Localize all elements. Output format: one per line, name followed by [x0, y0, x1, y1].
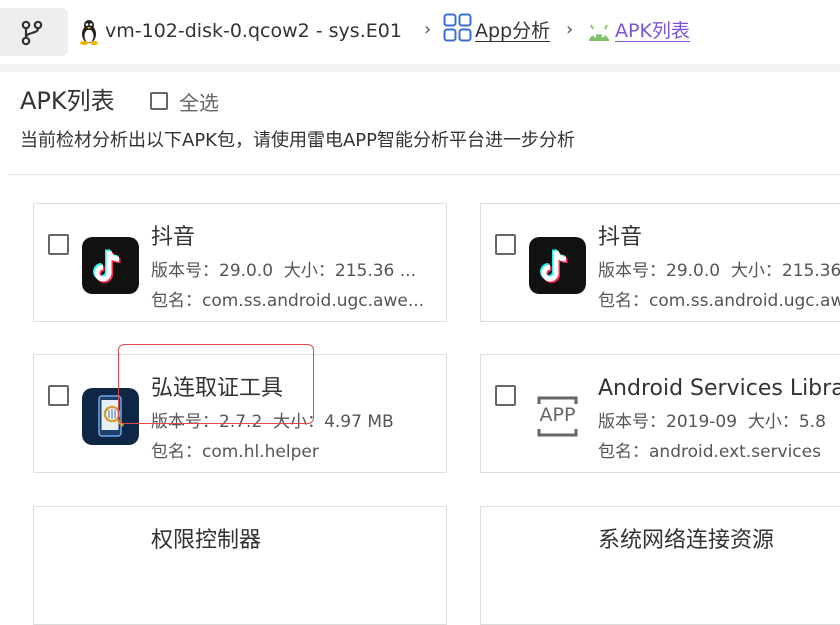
- breadcrumb-app-analysis[interactable]: App分析: [475, 17, 550, 45]
- app-package: 包名：android.ext.services: [598, 442, 821, 462]
- app-name: Android Services Library: [598, 376, 840, 401]
- app-version-size: 版本号：2019-09 大小：5.8: [598, 412, 826, 432]
- app-name: 抖音: [151, 225, 196, 250]
- apk-card[interactable]: 抖音 版本号：29.0.0 大小：215.36 包名：com.ss.androi…: [480, 203, 840, 322]
- top-bar: vm-102-disk-0.qcow2 - sys.E01 › App分析 › …: [0, 0, 840, 64]
- linux-icon: [80, 20, 98, 45]
- tiktok-icon: [529, 237, 586, 294]
- apk-card[interactable]: 系统网络连接资源: [480, 506, 840, 625]
- page-description: 当前检材分析出以下APK包，请使用雷电APP智能分析平台进一步分析: [20, 130, 575, 151]
- apk-checkbox[interactable]: [48, 385, 69, 406]
- apk-checkbox[interactable]: [495, 385, 516, 406]
- breadcrumb-apk-list[interactable]: APK列表: [615, 17, 690, 45]
- app-package: 包名：com.hl.helper: [151, 442, 319, 462]
- page-title: APK列表: [20, 87, 115, 115]
- branch-icon: [21, 20, 43, 46]
- app-name: 权限控制器: [151, 528, 262, 553]
- app-name: 系统网络连接资源: [598, 528, 775, 553]
- breadcrumb-device[interactable]: vm-102-disk-0.qcow2 - sys.E01: [105, 17, 402, 45]
- android-icon: [589, 24, 609, 41]
- branch-button[interactable]: [0, 8, 68, 56]
- generic-app-icon-text: APP: [539, 404, 576, 426]
- apk-checkbox[interactable]: [48, 234, 69, 255]
- app-version-size: 版本号：29.0.0 大小：215.36 ...: [151, 261, 416, 281]
- apk-card[interactable]: 抖音 版本号：29.0.0 大小：215.36 ... 包名：com.ss.an…: [33, 203, 447, 322]
- select-all-label[interactable]: 全选: [179, 90, 219, 116]
- app-package: 包名：com.ss.android.ugc.awe...: [151, 291, 425, 311]
- generic-app-icon: APP: [529, 388, 586, 445]
- app-grid-icon: [443, 13, 472, 42]
- app-version-size: 版本号：29.0.0 大小：215.36: [598, 261, 840, 281]
- apk-checkbox[interactable]: [495, 234, 516, 255]
- breadcrumb-separator: ›: [424, 19, 432, 40]
- tiktok-icon: [82, 237, 139, 294]
- app-package: 包名：com.ss.android.ugc.awe: [598, 291, 840, 311]
- apk-card[interactable]: APP Android Services Library 版本号：2019-09…: [480, 354, 840, 473]
- breadcrumb-separator: ›: [566, 19, 574, 40]
- highlight-box: [118, 344, 314, 424]
- app-name: 抖音: [598, 225, 643, 250]
- divider: [8, 174, 840, 175]
- apk-card[interactable]: 权限控制器: [33, 506, 447, 625]
- select-all-checkbox[interactable]: [150, 92, 168, 110]
- header-separator: [0, 64, 840, 72]
